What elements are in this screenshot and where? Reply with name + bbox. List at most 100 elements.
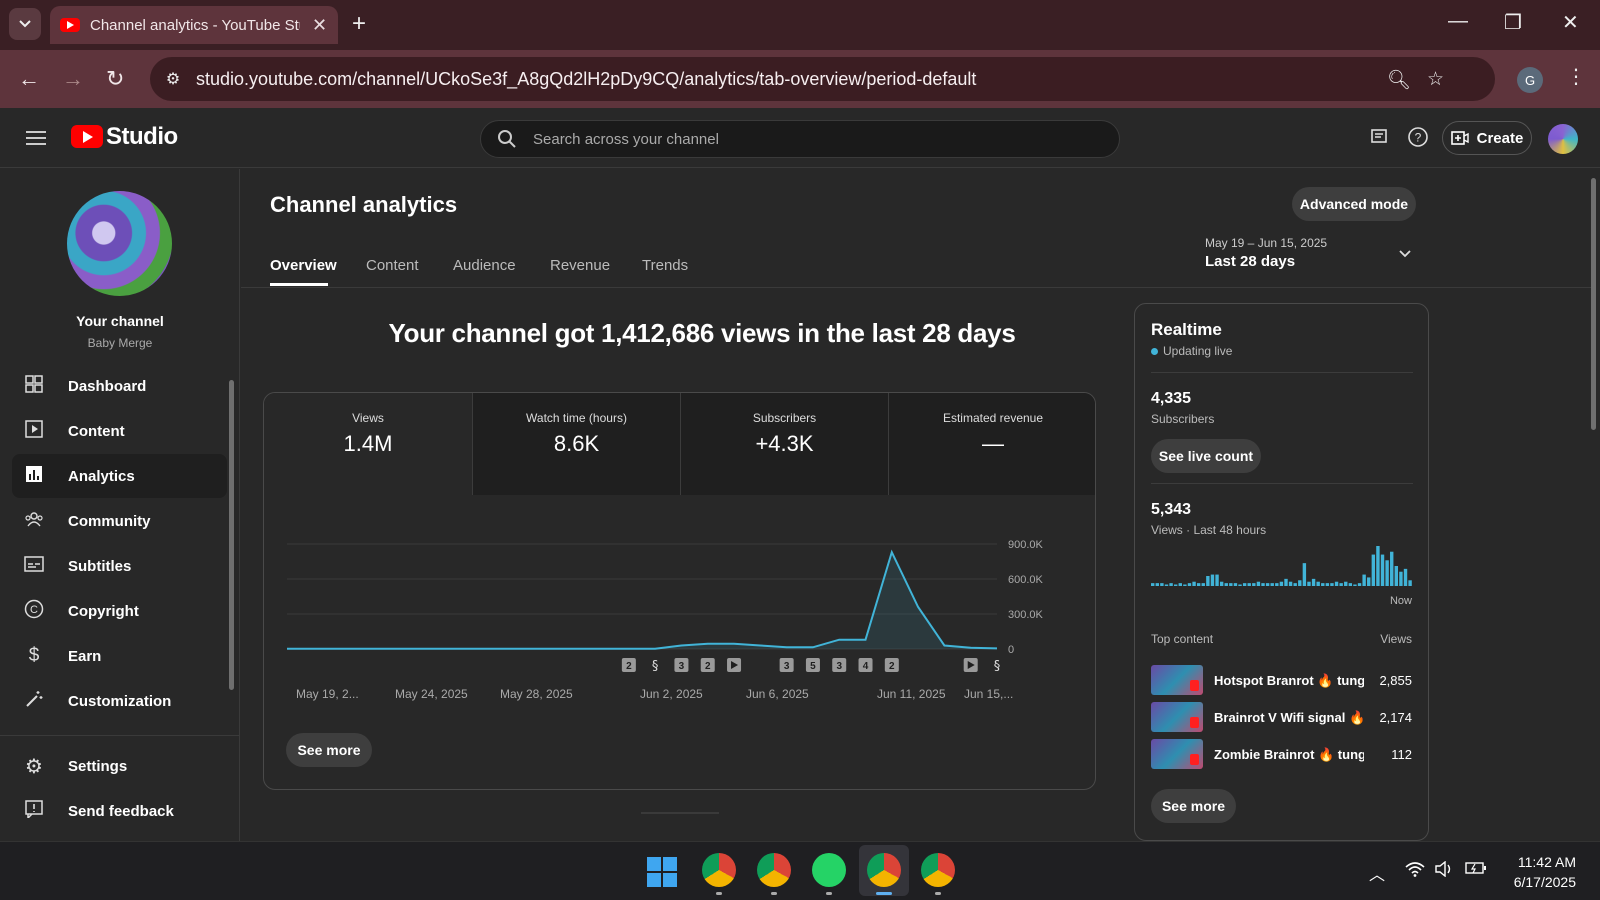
realtime-bar[interactable]	[1307, 581, 1311, 586]
menu-icon[interactable]	[26, 131, 46, 145]
realtime-bar[interactable]	[1215, 574, 1219, 586]
realtime-bar[interactable]	[1311, 578, 1316, 586]
realtime-bar[interactable]	[1151, 583, 1155, 586]
realtime-bar[interactable]	[1344, 581, 1348, 586]
realtime-bar[interactable]	[1219, 581, 1224, 586]
sidebar-item-customization[interactable]: Customization	[12, 679, 227, 723]
whatsapp-icon[interactable]	[812, 853, 846, 887]
realtime-bar[interactable]	[1371, 554, 1376, 586]
chrome-icon[interactable]	[702, 853, 736, 887]
realtime-bar[interactable]	[1201, 583, 1205, 586]
search-input[interactable]	[533, 129, 1093, 149]
realtime-bar[interactable]	[1270, 583, 1274, 586]
realtime-bar[interactable]	[1178, 583, 1182, 586]
realtime-bar[interactable]	[1316, 581, 1320, 586]
realtime-bar[interactable]	[1353, 584, 1357, 587]
browser-menu-icon[interactable]: ⋮	[1566, 64, 1586, 89]
page-scrollbar[interactable]	[1591, 178, 1596, 430]
shorts-marker-icon[interactable]: §	[994, 659, 1001, 674]
chrome-icon[interactable]	[921, 853, 955, 887]
realtime-bar[interactable]	[1321, 583, 1325, 586]
tab-audience[interactable]: Audience	[453, 257, 516, 274]
see-live-count-button[interactable]: See live count	[1151, 439, 1261, 473]
realtime-bar[interactable]	[1169, 583, 1173, 586]
sidebar-item-settings[interactable]: ⚙ Settings	[12, 744, 227, 788]
wifi-icon[interactable]	[1405, 861, 1425, 882]
tab-overview[interactable]: Overview	[270, 257, 337, 274]
sidebar-item-copyright[interactable]: C Copyright	[12, 589, 227, 633]
realtime-bar[interactable]	[1242, 583, 1247, 586]
volume-icon[interactable]	[1434, 860, 1454, 882]
chevron-down-icon[interactable]	[1398, 246, 1412, 262]
realtime-bar[interactable]	[1288, 581, 1293, 586]
realtime-bar[interactable]	[1394, 566, 1399, 586]
battery-icon[interactable]	[1465, 861, 1487, 880]
realtime-bar[interactable]	[1357, 583, 1362, 586]
realtime-bar[interactable]	[1390, 551, 1394, 586]
channel-title[interactable]: Your channel	[0, 313, 240, 329]
realtime-bar[interactable]	[1302, 563, 1307, 586]
bookmark-star-icon[interactable]: ☆	[1427, 68, 1444, 91]
video-thumbnail[interactable]	[1151, 702, 1203, 732]
messages-icon[interactable]	[1370, 128, 1388, 151]
see-more-button[interactable]: See more	[286, 733, 372, 767]
realtime-see-more-button[interactable]: See more	[1151, 789, 1236, 823]
realtime-bar[interactable]	[1160, 583, 1164, 586]
realtime-bar[interactable]	[1339, 583, 1343, 586]
realtime-bar[interactable]	[1261, 583, 1265, 586]
realtime-bar[interactable]	[1187, 583, 1192, 586]
new-tab-button[interactable]: +	[352, 10, 366, 38]
reload-button[interactable]: ↻	[106, 66, 124, 92]
realtime-bar[interactable]	[1155, 583, 1159, 586]
shorts-marker-icon[interactable]: §	[652, 659, 659, 674]
realtime-bar[interactable]	[1238, 584, 1242, 587]
realtime-bar[interactable]	[1293, 583, 1297, 586]
minimize-button[interactable]: —	[1448, 10, 1468, 33]
forward-button[interactable]: →	[62, 66, 84, 92]
sidebar-item-community[interactable]: Community	[12, 499, 227, 543]
realtime-bar[interactable]	[1403, 568, 1408, 586]
realtime-bar[interactable]	[1348, 583, 1353, 586]
back-button[interactable]: ←	[18, 66, 40, 92]
create-button[interactable]: Create	[1442, 121, 1532, 155]
realtime-bar[interactable]	[1252, 583, 1256, 586]
video-thumbnail[interactable]	[1151, 665, 1203, 695]
realtime-bar[interactable]	[1362, 574, 1366, 586]
realtime-bar[interactable]	[1325, 583, 1330, 586]
realtime-bar[interactable]	[1275, 583, 1279, 586]
channel-avatar[interactable]	[67, 191, 172, 296]
realtime-bar[interactable]	[1173, 584, 1178, 587]
browser-profile-avatar[interactable]: G	[1517, 67, 1543, 93]
top-content-title[interactable]: Hotspot Branrot 🔥 tung tung	[1214, 673, 1364, 689]
realtime-bar[interactable]	[1385, 560, 1389, 586]
realtime-bar[interactable]	[1192, 581, 1196, 586]
realtime-bar[interactable]	[1233, 583, 1238, 586]
youtube-logo-icon[interactable]	[71, 125, 103, 148]
site-info-icon[interactable]: ⚙	[160, 67, 186, 91]
realtime-bar[interactable]	[1229, 583, 1233, 586]
studio-logo-text[interactable]: Studio	[106, 123, 178, 151]
date-period-text[interactable]: Last 28 days	[1205, 253, 1295, 270]
tab-revenue[interactable]: Revenue	[550, 257, 610, 274]
browser-tab-active[interactable]: Channel analytics - YouTube Studio ✕	[50, 6, 338, 44]
realtime-bar[interactable]	[1210, 574, 1215, 586]
realtime-bar[interactable]	[1256, 581, 1261, 586]
realtime-bar[interactable]	[1279, 581, 1284, 586]
sidebar-scrollbar[interactable]	[229, 380, 234, 690]
realtime-bar[interactable]	[1183, 584, 1187, 587]
realtime-bar[interactable]	[1399, 571, 1403, 586]
advanced-mode-button[interactable]: Advanced mode	[1292, 187, 1416, 221]
restore-button[interactable]: ❐	[1504, 10, 1522, 35]
sidebar-item-earn[interactable]: $ Earn	[12, 634, 227, 678]
tab-trends[interactable]: Trends	[642, 257, 688, 274]
realtime-bar[interactable]	[1284, 578, 1288, 586]
taskbar-clock[interactable]: 11:42 AM 6/17/2025	[1514, 852, 1576, 892]
date-range-text[interactable]: May 19 – Jun 15, 2025	[1205, 236, 1327, 250]
video-thumbnail[interactable]	[1151, 739, 1203, 769]
realtime-bar[interactable]	[1376, 546, 1380, 586]
channel-search[interactable]	[480, 120, 1120, 158]
sidebar-item-dashboard[interactable]: Dashboard	[12, 364, 227, 408]
realtime-bar[interactable]	[1367, 577, 1371, 586]
realtime-bar[interactable]	[1247, 583, 1251, 586]
tab-content[interactable]: Content	[366, 257, 419, 274]
